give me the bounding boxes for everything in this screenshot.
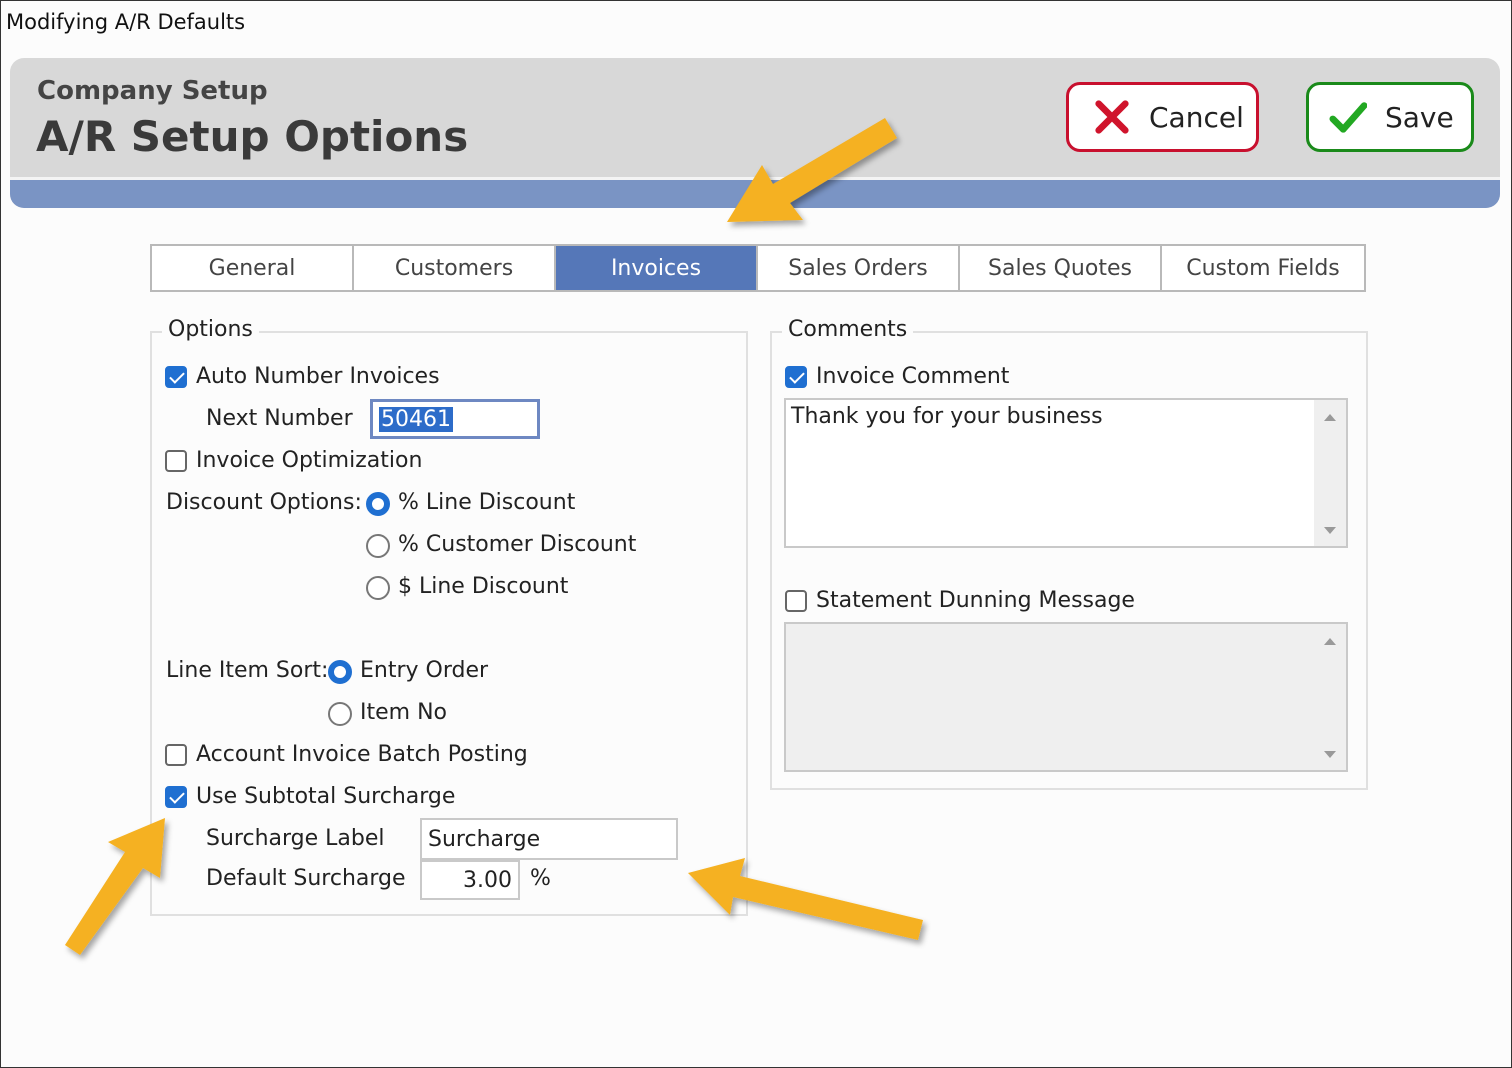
annotation-arrows	[65, 118, 923, 955]
arrow-icon	[727, 118, 897, 222]
arrow-icon	[688, 858, 923, 940]
arrow-icon	[65, 818, 165, 955]
